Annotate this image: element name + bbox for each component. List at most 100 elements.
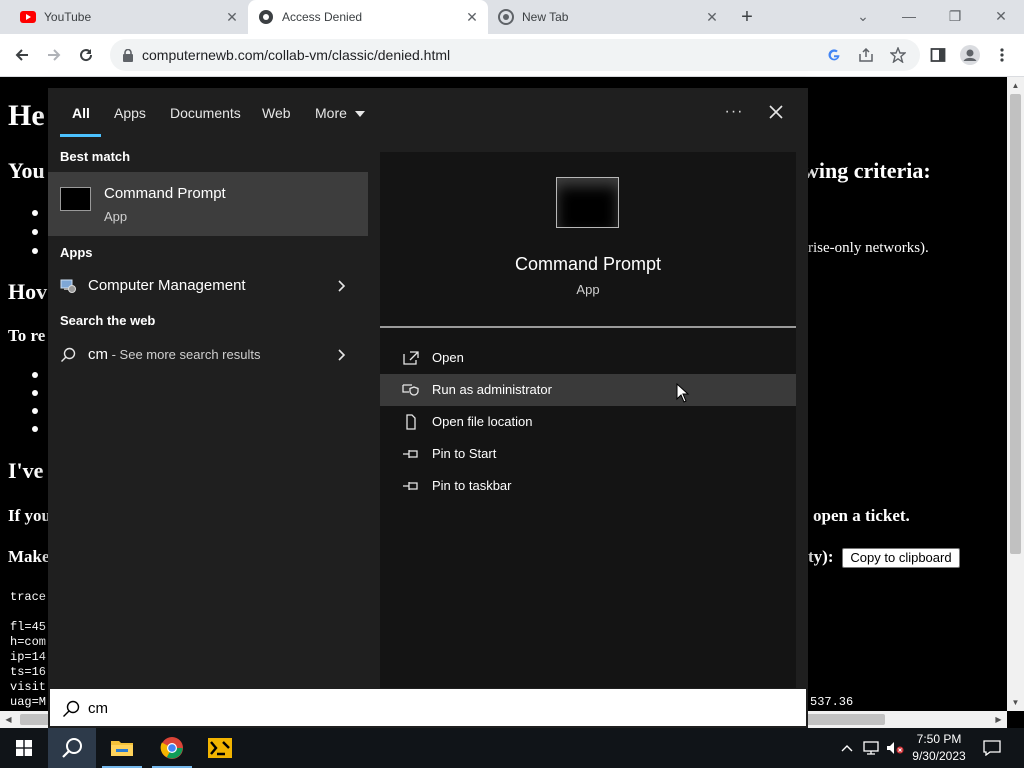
folder-icon bbox=[111, 741, 133, 756]
tab-new-tab[interactable]: New Tab ✕ bbox=[488, 0, 728, 34]
taskbar-search-button[interactable] bbox=[48, 728, 96, 768]
web-suffix: - See more search results bbox=[108, 347, 261, 362]
open-icon bbox=[402, 349, 420, 367]
bookmark-star-icon[interactable] bbox=[890, 47, 906, 63]
vertical-scrollbar[interactable]: ▲ ▼ bbox=[1007, 77, 1024, 711]
close-window-icon[interactable]: ✕ bbox=[989, 4, 1013, 28]
bullet bbox=[32, 426, 38, 432]
result-name: Command Prompt bbox=[104, 185, 226, 202]
caret-down-icon bbox=[354, 111, 365, 118]
windows-logo-icon bbox=[16, 740, 32, 756]
preview-pane: Command Prompt App Open Run as administr… bbox=[380, 152, 796, 688]
chrome-icon bbox=[498, 9, 514, 25]
search-input[interactable] bbox=[88, 697, 688, 719]
tab-more-label: More bbox=[315, 105, 347, 121]
result-name: Computer Management bbox=[88, 277, 246, 294]
notification-icon[interactable] bbox=[980, 736, 1004, 760]
file-location-icon bbox=[402, 413, 420, 431]
tab-web[interactable]: Web bbox=[262, 105, 291, 121]
taskbar-app[interactable] bbox=[196, 728, 244, 768]
google-icon[interactable] bbox=[826, 47, 842, 63]
best-match-header: Best match bbox=[60, 149, 131, 164]
results-list: Best match Command Prompt App Apps Compu… bbox=[48, 140, 368, 688]
tab-title: YouTube bbox=[44, 10, 92, 24]
close-tab-icon[interactable]: ✕ bbox=[464, 9, 480, 25]
ticket-text: If you bbox=[8, 506, 51, 525]
network-icon[interactable] bbox=[862, 739, 880, 757]
system-clock[interactable]: 7:50 PM 9/30/2023 bbox=[900, 731, 978, 765]
result-web-search[interactable]: cm - See more search results bbox=[48, 339, 368, 371]
minimize-icon[interactable]: — bbox=[897, 4, 921, 28]
scroll-right-icon[interactable]: ▶ bbox=[990, 711, 1007, 728]
criteria-text: You bbox=[8, 158, 45, 183]
back-icon[interactable] bbox=[10, 43, 34, 67]
web-query: cm bbox=[88, 346, 108, 363]
youtube-icon bbox=[20, 9, 36, 25]
taskbar-file-explorer[interactable] bbox=[98, 728, 146, 768]
networks-text: rise-only networks). bbox=[808, 240, 929, 256]
more-menu-icon[interactable] bbox=[990, 43, 1014, 67]
tab-search-icon[interactable]: ⌄ bbox=[851, 4, 875, 28]
bullet bbox=[32, 408, 38, 414]
make-text-right: ty): bbox=[808, 547, 834, 566]
trace-line: ip=14 bbox=[10, 650, 47, 664]
copy-to-clipboard-button[interactable]: Copy to clipboard bbox=[842, 548, 960, 568]
bullet bbox=[32, 372, 38, 378]
chrome-icon bbox=[160, 737, 183, 759]
tab-more[interactable]: More bbox=[315, 105, 365, 121]
more-options-icon[interactable]: ··· bbox=[724, 100, 744, 124]
open-ticket-text: open a ticket. bbox=[813, 506, 910, 525]
preview-type: App bbox=[576, 282, 600, 297]
web-result-text: cm - See more search results bbox=[88, 346, 260, 363]
reload-icon[interactable] bbox=[74, 43, 98, 67]
lock-icon[interactable] bbox=[120, 47, 136, 63]
chevron-right-icon[interactable] bbox=[336, 278, 348, 294]
taskbar-chrome[interactable] bbox=[148, 728, 196, 768]
close-tab-icon[interactable]: ✕ bbox=[224, 9, 240, 25]
computer-management-icon bbox=[60, 278, 76, 294]
action-label: Pin to taskbar bbox=[432, 478, 512, 493]
scroll-up-icon[interactable]: ▲ bbox=[1007, 77, 1024, 94]
search-icon bbox=[62, 738, 82, 758]
action-open[interactable]: Open bbox=[380, 342, 796, 374]
profile-avatar-icon[interactable] bbox=[958, 43, 982, 67]
search-icon bbox=[63, 700, 80, 717]
search-icon bbox=[60, 347, 76, 363]
url-text: computernewb.com/collab-vm/classic/denie… bbox=[142, 47, 451, 63]
action-pin-to-start[interactable]: Pin to Start bbox=[380, 438, 796, 470]
trace-line: uag=M bbox=[10, 695, 47, 709]
scroll-down-icon[interactable]: ▼ bbox=[1007, 694, 1024, 711]
share-icon[interactable] bbox=[858, 47, 874, 63]
bullet bbox=[32, 229, 38, 235]
close-tab-icon[interactable]: ✕ bbox=[704, 9, 720, 25]
tab-all[interactable]: All bbox=[72, 105, 90, 121]
scroll-left-icon[interactable]: ◀ bbox=[0, 711, 17, 728]
chevron-right-icon[interactable] bbox=[336, 347, 348, 363]
chevron-up-icon[interactable] bbox=[838, 739, 856, 757]
desktop: YouTube ✕ Access Denied ✕ New Tab ✕ + ⌄ … bbox=[0, 0, 1024, 768]
result-command-prompt[interactable]: Command Prompt App bbox=[48, 172, 368, 236]
restore-icon[interactable]: ❐ bbox=[943, 4, 967, 28]
action-open-file-location[interactable]: Open file location bbox=[380, 406, 796, 438]
criteria-text-right: wing criteria: bbox=[803, 158, 931, 183]
search-box[interactable] bbox=[48, 688, 808, 728]
clock-date: 9/30/2023 bbox=[912, 749, 966, 763]
result-computer-management[interactable]: Computer Management bbox=[48, 270, 368, 302]
bullet bbox=[32, 248, 38, 254]
to-resolve-text: To re bbox=[8, 326, 46, 345]
tab-title: Access Denied bbox=[282, 10, 363, 24]
tab-access-denied[interactable]: Access Denied ✕ bbox=[248, 0, 488, 34]
close-icon[interactable] bbox=[764, 100, 788, 124]
start-button[interactable] bbox=[0, 728, 48, 768]
scroll-thumb[interactable] bbox=[1010, 94, 1021, 554]
action-run-as-administrator[interactable]: Run as administrator bbox=[380, 374, 796, 406]
tab-apps[interactable]: Apps bbox=[114, 105, 146, 121]
shield-icon bbox=[402, 381, 420, 399]
tab-documents[interactable]: Documents bbox=[170, 105, 241, 121]
new-tab-button[interactable]: + bbox=[736, 6, 758, 28]
forward-icon[interactable] bbox=[42, 43, 66, 67]
side-panel-icon[interactable] bbox=[926, 43, 950, 67]
tab-youtube[interactable]: YouTube ✕ bbox=[8, 0, 248, 34]
action-pin-to-taskbar[interactable]: Pin to taskbar bbox=[380, 470, 796, 502]
address-bar[interactable]: computernewb.com/collab-vm/classic/denie… bbox=[110, 39, 920, 71]
